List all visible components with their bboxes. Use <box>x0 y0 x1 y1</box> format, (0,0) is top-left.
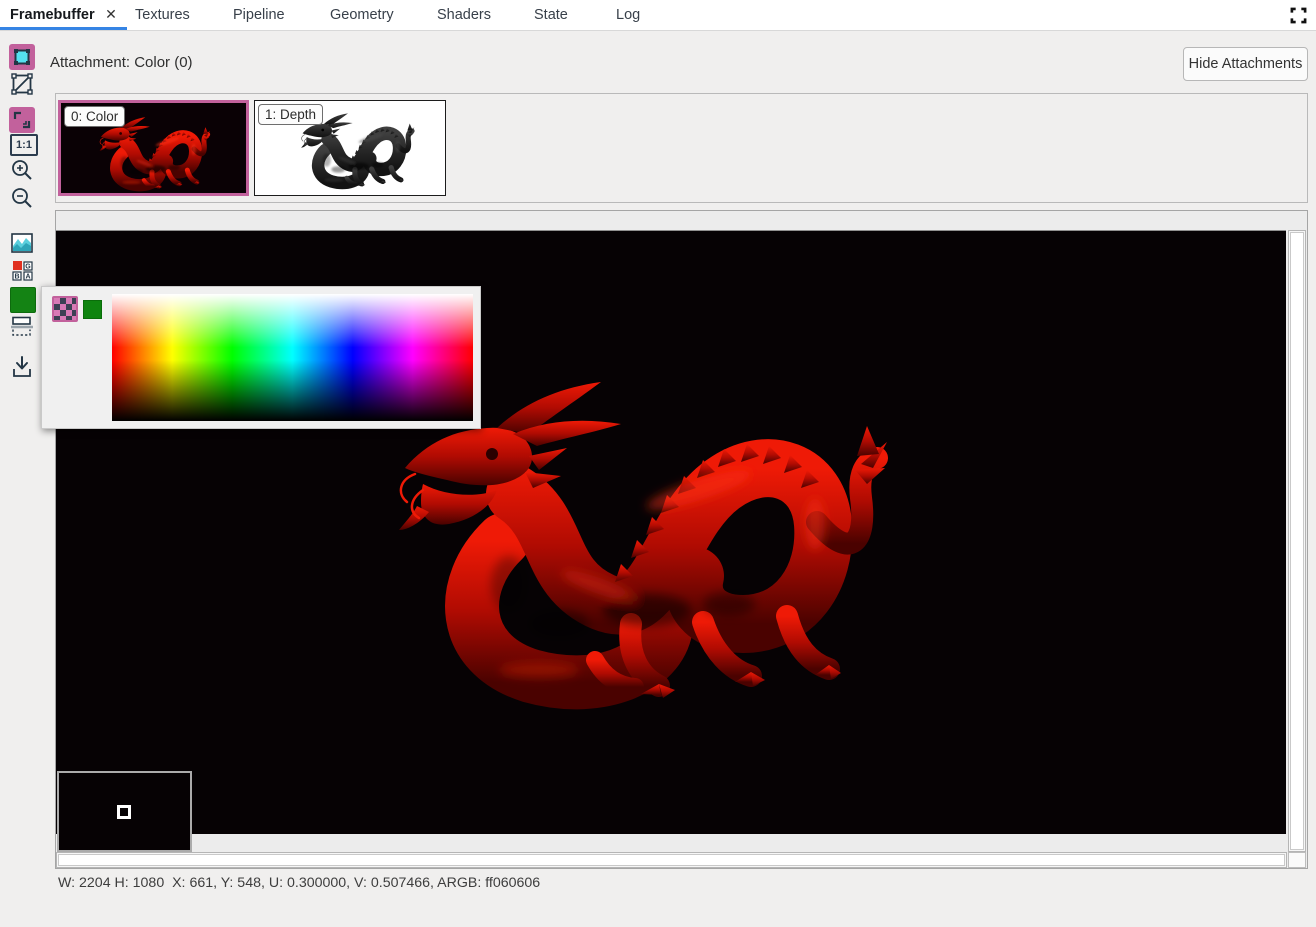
checkerboard-background-swatch[interactable] <box>52 296 78 322</box>
zoom-in-icon <box>10 158 34 182</box>
zoom-out-button[interactable] <box>10 186 34 210</box>
fullscreen-icon[interactable] <box>1290 7 1307 24</box>
framebuffer-debugger-window: { "window": { "close_glyph": "✕", "tabs"… <box>0 0 1316 927</box>
horizontal-scrollbar-thumb[interactable] <box>58 854 1285 866</box>
svg-text:B: B <box>14 274 19 281</box>
tab-geometry[interactable]: Geometry <box>330 0 394 30</box>
tab-textures[interactable]: Textures <box>135 0 190 30</box>
actual-size-button[interactable]: 1:1 <box>10 134 38 156</box>
save-image-icon <box>12 356 32 378</box>
tab-bar: Framebuffer ✕ Textures Pipeline Geometry… <box>0 0 1316 31</box>
tab-shaders[interactable]: Shaders <box>437 0 491 30</box>
hide-attachments-button[interactable]: Hide Attachments <box>1183 47 1308 81</box>
histogram-button[interactable] <box>11 233 33 253</box>
zoom-in-button[interactable] <box>10 158 34 182</box>
hue-saturation-picker[interactable] <box>112 294 473 421</box>
wireframe-icon <box>11 73 33 95</box>
tab-log[interactable]: Log <box>616 0 640 30</box>
background-color-button[interactable] <box>10 287 36 313</box>
svg-text:A: A <box>25 274 30 281</box>
active-tab-underline <box>0 27 127 30</box>
attachment-thumbnail-depth[interactable]: 1: Depth <box>254 100 446 196</box>
tab-framebuffer[interactable]: Framebuffer <box>10 0 95 30</box>
color-buffer-button[interactable] <box>9 44 35 70</box>
vertical-scrollbar[interactable] <box>1288 230 1306 852</box>
color-channels-button[interactable]: G B A <box>11 259 35 283</box>
scrollbar-corner <box>1288 852 1306 868</box>
attachments-panel: 0: Color 1: Depth <box>55 93 1308 203</box>
color-channels-icon: G B A <box>11 259 35 283</box>
zoom-out-icon <box>10 186 34 210</box>
vertical-scrollbar-thumb[interactable] <box>1290 232 1304 850</box>
tab-state[interactable]: State <box>534 0 568 30</box>
attachment-badge: 1: Depth <box>258 104 323 125</box>
wireframe-button[interactable] <box>11 73 33 95</box>
solid-color-swatch[interactable] <box>83 300 102 319</box>
tab-pipeline[interactable]: Pipeline <box>233 0 285 30</box>
pixel-status-text: W: 2204 H: 1080 X: 661, Y: 548, U: 0.300… <box>58 875 540 891</box>
color-buffer-icon <box>12 47 32 67</box>
horizontal-scrollbar[interactable] <box>56 852 1287 868</box>
tab-close-icon[interactable]: ✕ <box>103 0 119 30</box>
zoom-to-fit-icon <box>12 110 32 130</box>
zoom-to-fit-button[interactable] <box>9 107 35 133</box>
pixel-context-minimap[interactable] <box>57 771 192 852</box>
svg-text:G: G <box>25 263 31 270</box>
attachment-badge: 0: Color <box>64 106 125 127</box>
attachment-title: Attachment: Color (0) <box>50 54 193 71</box>
flip-vertically-button[interactable] <box>11 316 33 336</box>
picked-pixel-marker <box>117 805 131 819</box>
flip-vertically-icon <box>11 316 33 336</box>
background-color-popup <box>41 286 481 429</box>
attachment-thumbnail-color[interactable]: 0: Color <box>58 100 249 196</box>
histogram-icon <box>11 233 33 253</box>
save-image-button[interactable] <box>12 356 32 378</box>
